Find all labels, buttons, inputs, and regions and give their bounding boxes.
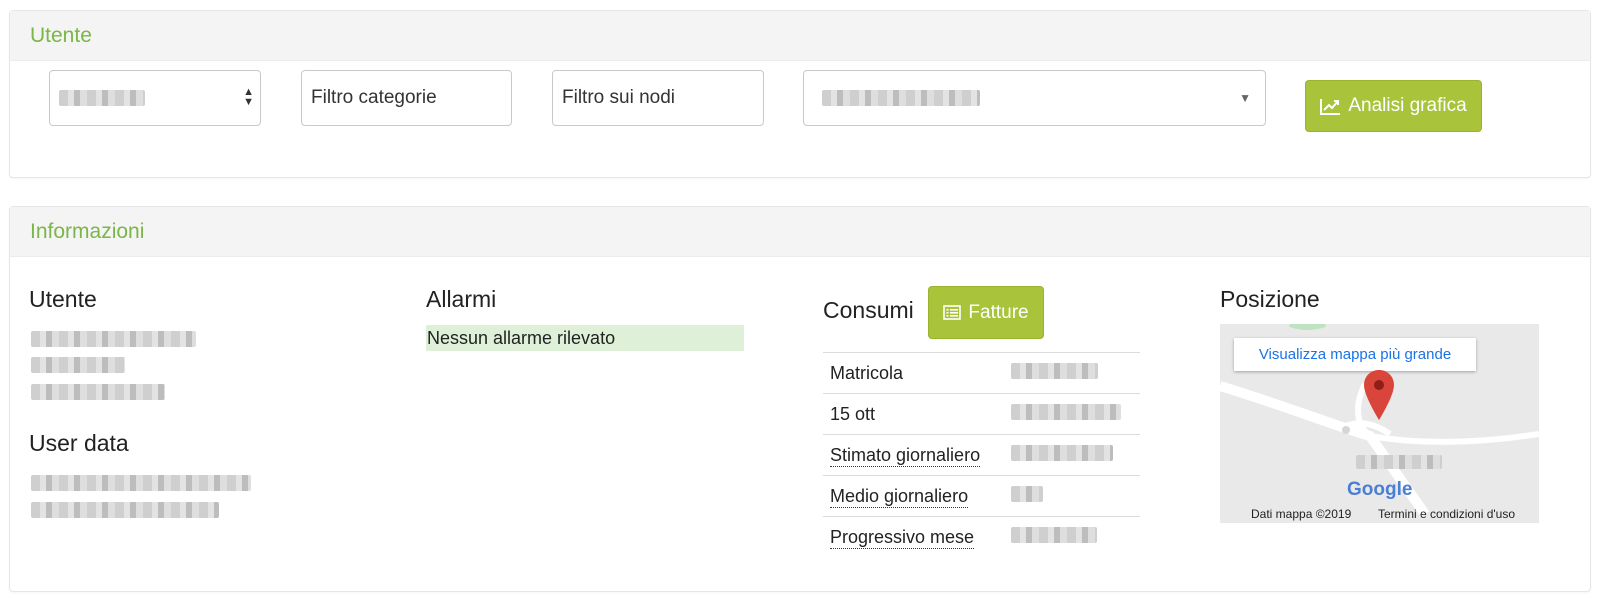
user-select[interactable]: ▲ ▼ (49, 70, 261, 126)
consumption-heading: Consumi (823, 297, 914, 323)
table-row: Progressivo mese (823, 516, 1140, 558)
table-row: 15 ott (823, 393, 1140, 435)
user-address-redacted (31, 357, 125, 373)
alarms-heading: Allarmi (426, 286, 497, 312)
invoices-button[interactable]: Fatture (928, 286, 1044, 339)
consumption-label: Matricola (823, 352, 1004, 394)
map-terms-link[interactable]: Termini e condizioni d'uso (1378, 507, 1515, 521)
map-marker-icon (1364, 370, 1394, 420)
graph-analysis-label: Analisi grafica (1348, 95, 1467, 116)
node-filter-input[interactable]: Filtro sui nodi (552, 70, 764, 126)
map-embed[interactable]: Visualizza mappa più grande Google Dati … (1220, 324, 1539, 523)
user-data-line-2-redacted (31, 502, 219, 518)
select-updown-icon: ▲ ▼ (243, 86, 254, 108)
alarm-status-bar: Nessun allarme rilevato (426, 325, 744, 351)
consumption-value-redacted (1004, 434, 1140, 476)
consumption-table: Matricola 15 ott Stimato giornaliero Med… (823, 352, 1140, 558)
table-row: Stimato giornaliero (823, 434, 1140, 476)
consumption-label: Stimato giornaliero (823, 434, 1004, 476)
user-heading: Utente (29, 286, 97, 312)
consumption-value-redacted (1004, 352, 1140, 394)
user-select-value (59, 90, 145, 106)
user-name-redacted (31, 331, 196, 347)
chevron-down-icon: ▼ (1239, 91, 1251, 105)
user-panel-header: Utente (10, 11, 1590, 61)
map-place-label-redacted (1356, 455, 1442, 469)
node-dropdown[interactable]: ▼ (803, 70, 1266, 126)
info-panel-title: Informazioni (30, 219, 145, 243)
consumption-label: Progressivo mese (823, 516, 1004, 558)
user-data-heading: User data (29, 430, 129, 456)
node-filter-placeholder: Filtro sui nodi (562, 87, 675, 108)
consumption-value-redacted (1004, 393, 1140, 435)
consumption-label: Medio giornaliero (823, 475, 1004, 517)
node-dropdown-value (822, 90, 980, 106)
consumption-value-redacted (1004, 475, 1140, 517)
map-data-credit: Dati mappa ©2019 (1251, 507, 1352, 521)
enlarge-map-link[interactable]: Visualizza mappa più grande (1234, 338, 1476, 371)
category-filter-input[interactable]: Filtro categorie (301, 70, 512, 126)
user-panel-title: Utente (30, 23, 92, 47)
invoices-label: Fatture (968, 301, 1029, 323)
graph-analysis-button[interactable]: Analisi grafica (1305, 80, 1482, 132)
user-data-line-1-redacted (31, 475, 251, 491)
consumption-value-redacted (1004, 516, 1140, 558)
table-row: Matricola (823, 352, 1140, 394)
alarm-status-text: Nessun allarme rilevato (427, 327, 616, 348)
user-city-redacted (31, 384, 165, 400)
line-chart-icon (1320, 98, 1341, 115)
list-icon (943, 305, 962, 320)
google-logo: Google (1347, 479, 1413, 500)
position-heading: Posizione (1220, 286, 1320, 312)
category-filter-placeholder: Filtro categorie (311, 87, 437, 108)
info-panel-header: Informazioni (10, 207, 1590, 257)
table-row: Medio giornaliero (823, 475, 1140, 517)
consumption-label: 15 ott (823, 393, 1004, 435)
